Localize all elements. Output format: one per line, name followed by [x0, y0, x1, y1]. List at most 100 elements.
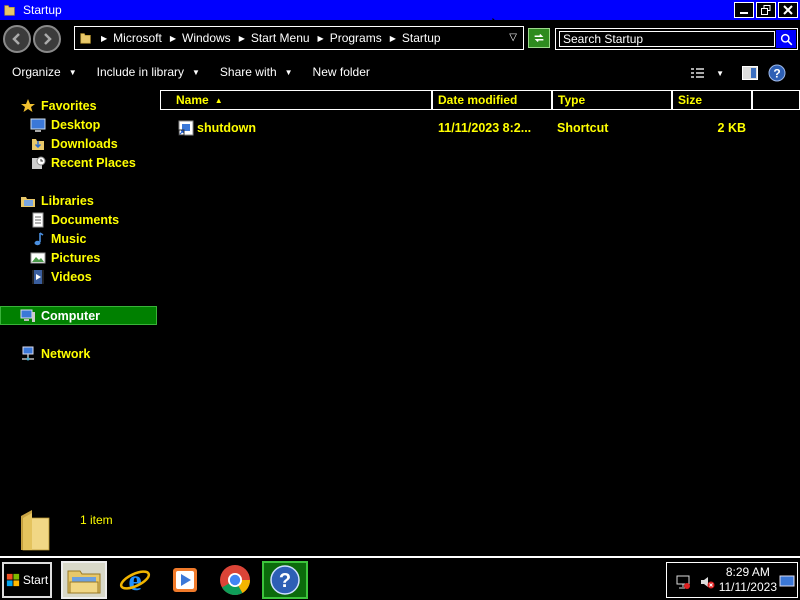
music-note-icon: [30, 231, 46, 247]
new-folder-button[interactable]: New folder: [313, 65, 370, 79]
folder-large-icon: [21, 510, 50, 551]
restore-icon: [761, 5, 771, 15]
show-desktop-icon[interactable]: [779, 575, 795, 589]
breadcrumb-root-chevron[interactable]: ▶: [93, 34, 113, 43]
view-options-icon[interactable]: [690, 66, 706, 80]
column-header-size[interactable]: Size: [672, 90, 752, 110]
minimize-button[interactable]: [734, 2, 754, 18]
refresh-icon: [534, 34, 544, 42]
chevron-right-icon[interactable]: ▶: [318, 34, 324, 43]
nav-music[interactable]: Music: [30, 229, 86, 248]
close-button[interactable]: [778, 2, 798, 18]
breadcrumb-microsoft[interactable]: Microsoft ▶: [113, 31, 182, 45]
file-size-cell: 2 KB: [717, 121, 746, 135]
svg-text:?: ?: [773, 67, 780, 81]
nav-computer[interactable]: Computer: [0, 306, 157, 325]
file-date-cell: 11/11/2023 8:2...: [438, 121, 532, 135]
back-button[interactable]: [3, 25, 31, 53]
restore-button[interactable]: [756, 2, 776, 18]
volume-muted-icon[interactable]: [699, 574, 715, 590]
libraries-icon: [20, 193, 36, 209]
details-pane: 1 item: [0, 500, 800, 555]
internet-explorer-icon: e: [119, 564, 151, 597]
nav-recent-places[interactable]: Recent Places: [30, 153, 136, 172]
nav-libraries[interactable]: Libraries: [20, 191, 94, 210]
clock-time: 8:29 AM: [725, 565, 770, 579]
folder-icon: [80, 33, 91, 44]
pictures-icon: [30, 250, 46, 266]
network-icon: [20, 346, 36, 362]
forward-button[interactable]: [33, 25, 61, 53]
dropdown-arrow-icon: ▼: [192, 67, 200, 77]
search-box: [555, 28, 798, 50]
address-history-dropdown[interactable]: ▽: [509, 32, 517, 43]
star-icon: [20, 98, 36, 114]
network-status-icon[interactable]: [675, 574, 691, 590]
chevron-right-icon[interactable]: ▶: [170, 34, 176, 43]
chevron-right-icon[interactable]: ▶: [239, 34, 245, 43]
documents-icon: [30, 212, 46, 228]
nav-videos[interactable]: Videos: [30, 267, 92, 286]
chevron-right-icon[interactable]: ▶: [390, 34, 396, 43]
nav-downloads[interactable]: Downloads: [30, 134, 118, 153]
column-header-spacer: [752, 90, 800, 110]
include-in-library-menu[interactable]: Include in library ▼: [97, 65, 200, 79]
nav-favorites[interactable]: Favorites: [20, 96, 97, 115]
dropdown-arrow-icon: ▼: [68, 67, 77, 77]
forward-arrow-icon: [44, 33, 52, 45]
window-title: Startup: [23, 3, 62, 17]
downloads-folder-icon: [30, 136, 46, 152]
column-header-type[interactable]: Type: [552, 90, 672, 110]
breadcrumb-programs[interactable]: Programs ▶: [330, 31, 402, 45]
back-arrow-icon: [12, 33, 20, 45]
search-button[interactable]: [776, 30, 796, 48]
organize-menu[interactable]: Organize ▼: [12, 65, 77, 79]
computer-icon: [20, 308, 36, 324]
breadcrumb-start-menu[interactable]: Start Menu ▶: [251, 31, 330, 45]
nav-desktop[interactable]: Desktop: [30, 115, 100, 134]
notification-area: 8:29 AM 11/11/2023: [666, 562, 798, 598]
nav-network[interactable]: Network: [20, 344, 90, 363]
search-input[interactable]: [559, 31, 775, 47]
start-button[interactable]: Start: [2, 562, 52, 598]
desktop-icon: [30, 117, 46, 133]
column-header-date-modified[interactable]: Date modified: [432, 90, 552, 110]
close-icon: [783, 5, 793, 15]
taskbar-internet-explorer-button[interactable]: e: [112, 561, 158, 599]
nav-documents[interactable]: Documents: [30, 210, 119, 229]
help-and-support-icon: ?: [270, 565, 300, 595]
nav-pictures[interactable]: Pictures: [30, 248, 100, 267]
share-with-menu[interactable]: Share with ▼: [220, 65, 293, 79]
taskbar-help-button[interactable]: ?: [262, 561, 308, 599]
address-row: ▶ Microsoft ▶ Windows ▶ Start Menu ▶ Progra…: [0, 20, 800, 56]
clock[interactable]: 8:29 AM 11/11/2023: [719, 565, 777, 595]
chrome-icon: [220, 565, 250, 596]
column-header-name[interactable]: Name ▲: [160, 90, 432, 110]
file-row[interactable]: shutdown 11/11/2023 8:2... Shortcut 2 KB: [160, 118, 800, 138]
taskbar-chrome-button[interactable]: [212, 561, 258, 599]
help-icon[interactable]: ?: [768, 64, 786, 82]
address-bar[interactable]: ▶ Microsoft ▶ Windows ▶ Start Menu ▶ Progra…: [74, 26, 524, 50]
taskbar-media-player-button[interactable]: [162, 561, 208, 599]
title-bar[interactable]: Startup: [0, 0, 800, 20]
dropdown-arrow-icon: ▼: [284, 67, 293, 77]
videos-icon: [30, 269, 46, 285]
breadcrumb-windows[interactable]: Windows ▶: [182, 31, 251, 45]
file-name-cell: shutdown: [178, 118, 428, 138]
item-count: 1 item: [80, 513, 113, 527]
media-player-icon: [173, 568, 197, 592]
file-list: Name ▲ Date modified Type Size shutdown …: [160, 88, 800, 500]
view-dropdown-icon[interactable]: ▼: [716, 69, 724, 78]
navigation-pane: Favorites Desktop Downloads Recent Place…: [0, 88, 160, 500]
windows-logo-icon: [6, 573, 19, 587]
file-type-cell: Shortcut: [557, 121, 609, 135]
breadcrumb-startup[interactable]: Startup: [402, 31, 441, 45]
refresh-button[interactable]: [528, 28, 550, 48]
file-explorer-icon: [67, 570, 101, 594]
minimize-icon: [740, 12, 748, 14]
preview-pane-icon[interactable]: [742, 66, 758, 80]
folder-icon: [4, 5, 15, 16]
taskbar-explorer-button[interactable]: [61, 561, 107, 599]
chevron-right-icon: ▶: [101, 33, 108, 43]
svg-text:?: ?: [279, 570, 291, 592]
